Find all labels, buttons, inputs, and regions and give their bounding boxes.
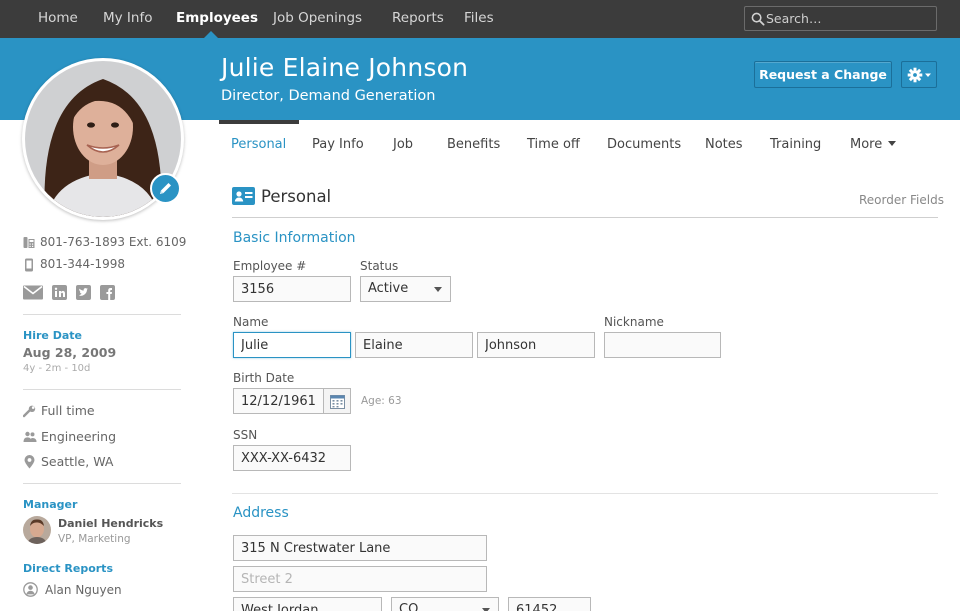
tab-notes[interactable]: Notes (705, 137, 743, 152)
email-icon[interactable] (23, 285, 43, 300)
location-pin-icon (24, 455, 35, 469)
ssn-label: SSN (233, 428, 258, 442)
zip-field[interactable] (508, 597, 591, 611)
sidebar-divider (23, 483, 181, 484)
request-change-button[interactable]: Request a Change (754, 61, 892, 88)
status-label: Status (360, 259, 399, 273)
active-nav-indicator (204, 31, 218, 38)
manager-label: Manager (23, 498, 78, 511)
hire-date: Aug 28, 2009 (23, 345, 117, 360)
top-navigation: Home My Info Employees Job Openings Repo… (0, 0, 960, 38)
tab-training[interactable]: Training (770, 137, 821, 152)
hire-date-label: Hire Date (23, 329, 82, 342)
chevron-down-icon (925, 73, 931, 77)
calendar-icon (330, 395, 345, 409)
mobile-phone-icon (25, 258, 33, 272)
address-title: Address (233, 505, 289, 521)
chevron-down-icon (888, 141, 897, 146)
sidebar-divider (23, 389, 181, 390)
facebook-icon[interactable] (100, 285, 115, 300)
tab-more-label: More (850, 137, 883, 152)
basic-info-title: Basic Information (233, 230, 356, 246)
manager-avatar[interactable] (23, 516, 51, 544)
direct-reports-label: Direct Reports (23, 562, 113, 575)
middle-name-field[interactable] (355, 332, 473, 358)
tab-job[interactable]: Job (393, 137, 413, 152)
settings-menu-button[interactable] (901, 61, 937, 88)
active-tab-indicator (219, 120, 299, 124)
twitter-icon[interactable] (76, 285, 91, 300)
tab-more[interactable]: More (850, 137, 897, 152)
employee-number-field[interactable] (233, 276, 351, 302)
work-phone[interactable]: 801-763-1893 Ext. 6109 (40, 235, 186, 249)
first-name-field[interactable] (233, 332, 351, 358)
last-name-field[interactable] (477, 332, 595, 358)
employment-type: Full time (41, 403, 95, 418)
nav-files[interactable]: Files (464, 0, 494, 38)
search-input[interactable] (766, 9, 931, 28)
wrench-icon (23, 405, 36, 418)
linkedin-icon[interactable] (52, 285, 67, 300)
department: Engineering (41, 429, 116, 444)
name-label: Name (233, 315, 269, 329)
section-divider (232, 217, 938, 218)
birth-date-field[interactable] (233, 388, 324, 414)
chevron-down-icon (434, 287, 442, 292)
age-value: Age: 63 (361, 395, 402, 407)
nav-job-openings[interactable]: Job Openings (273, 0, 362, 38)
ssn-field[interactable] (233, 445, 351, 471)
manager-name[interactable]: Daniel Hendricks (58, 517, 163, 530)
employee-name: Julie Elaine Johnson (221, 53, 469, 82)
people-icon (23, 431, 37, 442)
nickname-label: Nickname (604, 315, 664, 329)
reorder-fields-link[interactable]: Reorder Fields (859, 193, 944, 207)
location: Seattle, WA (41, 454, 114, 469)
tenure: 4y - 2m - 10d (23, 363, 91, 374)
nav-reports[interactable]: Reports (392, 0, 444, 38)
tab-time-off[interactable]: Time off (527, 137, 580, 152)
status-select[interactable]: Active (360, 276, 451, 302)
date-picker-button[interactable] (323, 388, 351, 414)
mobile-phone[interactable]: 801-344-1998 (40, 257, 125, 271)
employee-number-label: Employee # (233, 259, 307, 273)
nav-home[interactable]: Home (38, 0, 78, 38)
sidebar-divider (23, 314, 181, 315)
state-select[interactable]: CO (391, 597, 499, 611)
section-divider (232, 493, 938, 494)
employee-title: Director, Demand Generation (221, 88, 436, 104)
tab-pay-info[interactable]: Pay Info (312, 137, 364, 152)
street1-field[interactable] (233, 535, 487, 561)
edit-photo-button[interactable] (150, 173, 181, 204)
manager-title: VP, Marketing (58, 533, 131, 545)
pencil-icon (160, 183, 171, 194)
nav-my-info[interactable]: My Info (103, 0, 152, 38)
nickname-field[interactable] (604, 332, 721, 358)
street2-field[interactable] (233, 566, 487, 592)
gear-icon (907, 67, 931, 83)
status-value: Active (368, 281, 409, 296)
section-title: Personal (261, 187, 332, 206)
person-icon (23, 582, 38, 597)
direct-report-item[interactable]: Alan Nguyen (45, 583, 122, 597)
city-field[interactable] (233, 597, 382, 611)
search-box[interactable] (744, 6, 937, 31)
search-icon (751, 12, 765, 26)
birth-date-label: Birth Date (233, 371, 295, 385)
state-value: CO (399, 602, 419, 611)
tab-benefits[interactable]: Benefits (447, 137, 500, 152)
tab-documents[interactable]: Documents (607, 137, 681, 152)
id-card-icon (232, 187, 255, 205)
tab-personal[interactable]: Personal (231, 137, 286, 152)
office-phone-icon (23, 237, 35, 248)
